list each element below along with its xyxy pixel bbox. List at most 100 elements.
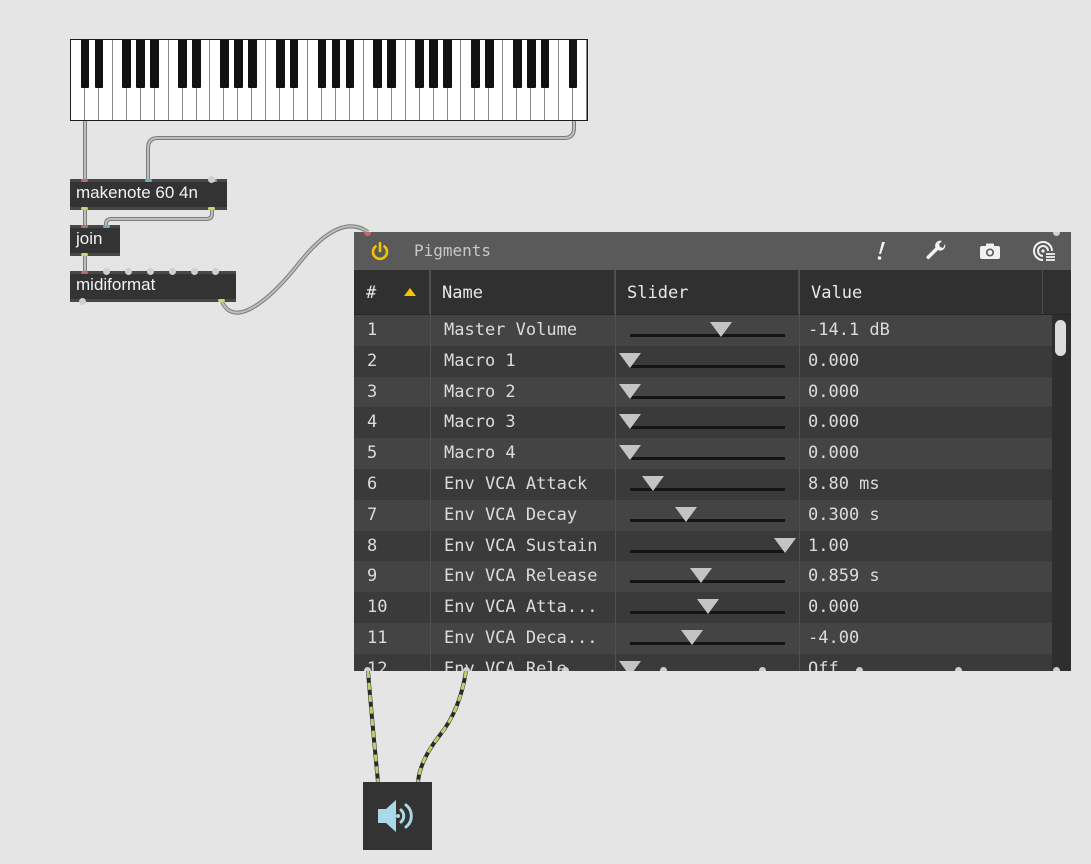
inlet[interactable]	[81, 179, 88, 182]
outlet[interactable]	[218, 299, 225, 302]
param-slider[interactable]	[630, 599, 785, 615]
param-slider[interactable]	[619, 352, 785, 368]
black-key[interactable]	[443, 40, 452, 88]
slider-thumb[interactable]	[642, 476, 665, 491]
black-key[interactable]	[289, 40, 299, 88]
param-slider[interactable]	[630, 322, 785, 337]
black-key[interactable]	[275, 40, 285, 88]
inlet[interactable]	[81, 225, 88, 228]
column-header-number[interactable]: #	[354, 270, 430, 314]
param-value[interactable]: 8.80 ms	[808, 469, 1038, 500]
slider-thumb[interactable]	[774, 537, 796, 553]
slider-thumb[interactable]	[710, 322, 733, 337]
column-header-name[interactable]: Name	[430, 270, 615, 314]
param-row[interactable]: 5 Macro 4 0.000	[354, 438, 1052, 470]
black-key[interactable]	[345, 40, 355, 88]
black-key[interactable]	[512, 40, 522, 88]
black-key[interactable]	[94, 40, 104, 88]
speaker-icon[interactable]	[376, 798, 420, 839]
outlet[interactable]	[208, 207, 215, 210]
sort-up-icon[interactable]	[404, 288, 416, 296]
column-header-slider[interactable]: Slider	[615, 270, 799, 314]
join-object[interactable]: join	[70, 225, 120, 256]
param-row[interactable]: 2 Macro 1 0.000	[354, 345, 1052, 377]
makenote-object[interactable]: makenote 60 4n	[70, 176, 227, 210]
slider-thumb[interactable]	[674, 506, 697, 522]
black-key[interactable]	[220, 40, 229, 88]
param-row[interactable]: 3 Macro 2 0.000	[354, 376, 1052, 408]
param-value[interactable]: 0.859 s	[808, 561, 1038, 592]
param-value[interactable]: 0.000	[808, 377, 1038, 408]
black-key[interactable]	[247, 40, 257, 88]
param-value[interactable]: 0.000	[808, 407, 1038, 438]
black-key[interactable]	[415, 40, 424, 88]
param-value[interactable]: -14.1 dB	[808, 315, 1038, 346]
param-row[interactable]: 9 Env VCA Release 0.859 s	[354, 561, 1052, 593]
target-list-icon[interactable]	[1032, 240, 1056, 262]
black-key[interactable]	[568, 40, 578, 88]
black-key[interactable]	[429, 40, 438, 88]
slider-thumb[interactable]	[619, 414, 641, 430]
param-value[interactable]: 0.000	[808, 592, 1038, 623]
black-key[interactable]	[80, 40, 90, 88]
param-slider[interactable]	[630, 630, 785, 645]
param-slider[interactable]	[619, 383, 785, 399]
param-value[interactable]: 1.00	[808, 531, 1038, 562]
midiformat-object[interactable]: midiformat	[70, 268, 236, 305]
black-key[interactable]	[373, 40, 383, 88]
black-key[interactable]	[317, 40, 327, 88]
param-row[interactable]: 10 Env VCA Atta... 0.000	[354, 592, 1052, 624]
exclamation-icon[interactable]	[869, 240, 893, 262]
power-icon[interactable]	[368, 240, 392, 262]
black-key[interactable]	[136, 40, 146, 88]
param-slider[interactable]	[630, 506, 785, 522]
param-row[interactable]: 11 Env VCA Deca... -4.00	[354, 623, 1052, 654]
param-row[interactable]: 4 Macro 3 0.000	[354, 407, 1052, 439]
black-key[interactable]	[485, 40, 494, 88]
param-value[interactable]: 0.300 s	[808, 500, 1038, 531]
black-key[interactable]	[387, 40, 397, 88]
black-key[interactable]	[122, 40, 132, 88]
inlet[interactable]	[145, 179, 152, 182]
param-value[interactable]: 0.000	[808, 346, 1038, 377]
param-slider[interactable]	[630, 537, 796, 553]
param-value[interactable]: -4.00	[808, 623, 1038, 654]
param-row[interactable]: 6 Env VCA Attack 8.80 ms	[354, 469, 1052, 500]
param-scrollbar[interactable]	[1052, 315, 1071, 671]
inlet[interactable]	[81, 271, 88, 274]
black-key[interactable]	[192, 40, 201, 88]
slider-thumb[interactable]	[619, 660, 641, 671]
slider-thumb[interactable]	[619, 383, 641, 399]
slider-thumb[interactable]	[619, 445, 641, 461]
black-key[interactable]	[526, 40, 536, 88]
black-key[interactable]	[331, 40, 341, 88]
column-header-value[interactable]: Value	[799, 270, 1043, 314]
slider-thumb[interactable]	[696, 599, 719, 615]
param-row[interactable]: 1 Master Volume -14.1 dB	[354, 315, 1052, 346]
wrench-icon[interactable]	[924, 240, 948, 262]
black-key[interactable]	[150, 40, 159, 88]
slider-thumb[interactable]	[619, 352, 641, 368]
outlet[interactable]	[81, 207, 88, 210]
scrollbar-thumb[interactable]	[1055, 320, 1066, 356]
camera-icon[interactable]	[978, 240, 1002, 262]
param-slider[interactable]	[619, 414, 785, 430]
ezdac-speaker[interactable]	[363, 782, 432, 850]
black-key[interactable]	[234, 40, 243, 88]
slider-thumb[interactable]	[690, 568, 713, 584]
param-slider[interactable]	[619, 445, 785, 461]
black-key[interactable]	[471, 40, 480, 88]
vst-plugin-panel[interactable]: Pigments # Name Slider Value 1 Master Vol…	[354, 232, 1071, 671]
param-value[interactable]: 0.000	[808, 438, 1038, 469]
param-value[interactable]: Off	[808, 654, 1038, 671]
inlet[interactable]	[103, 225, 110, 228]
outlet[interactable]	[81, 253, 88, 256]
kslider-keyboard[interactable]	[70, 39, 588, 121]
param-slider[interactable]	[630, 568, 785, 584]
slider-thumb[interactable]	[681, 630, 703, 645]
param-row[interactable]: 7 Env VCA Decay 0.300 s	[354, 499, 1052, 531]
black-key[interactable]	[178, 40, 187, 88]
param-row[interactable]: 8 Env VCA Sustain 1.00	[354, 530, 1052, 562]
black-key[interactable]	[540, 40, 550, 88]
param-slider[interactable]	[630, 476, 785, 491]
